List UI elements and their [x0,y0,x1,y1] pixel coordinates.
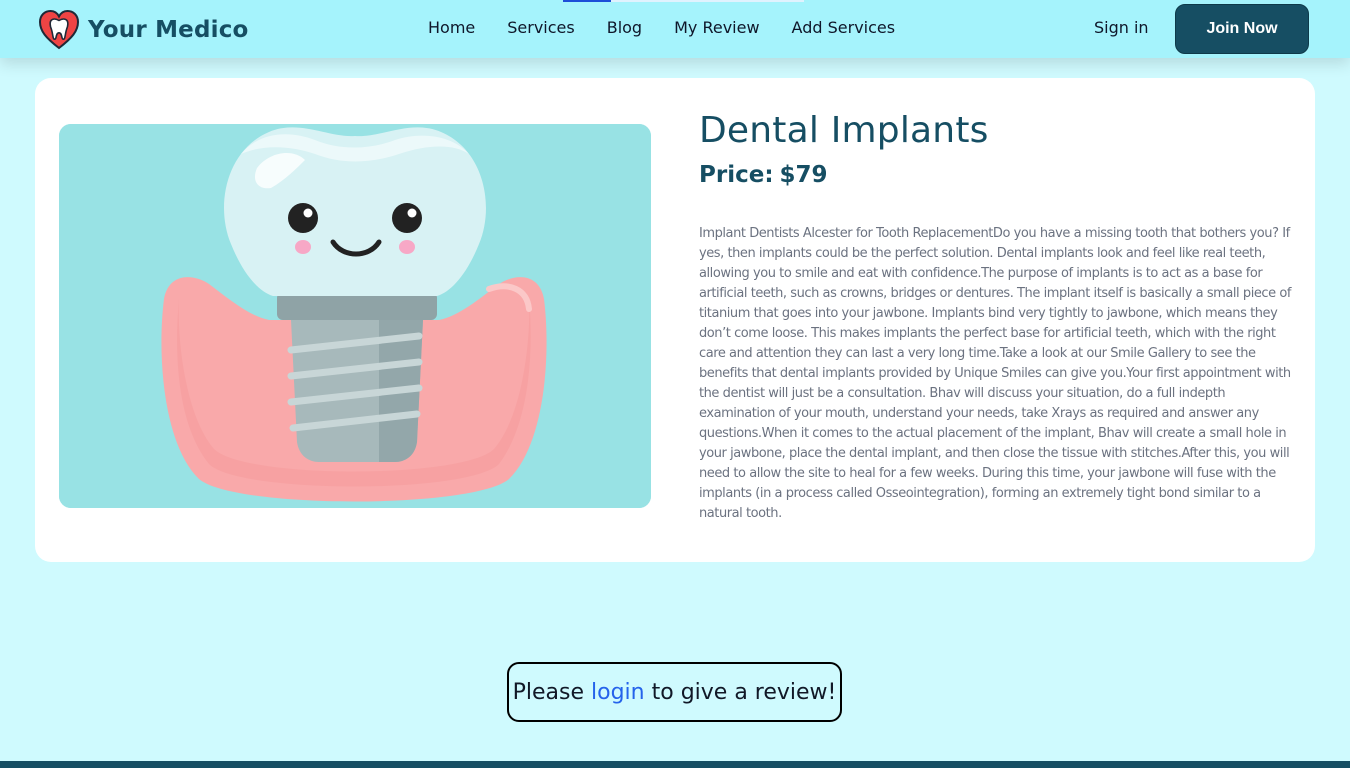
service-description: Implant Dentists Alcester for Tooth Repl… [699,226,1291,521]
service-price: Price: $79 [699,162,828,188]
main-nav: Home Services Blog My Review Add Service… [428,18,895,37]
price-label: Price: [699,162,774,188]
nav-my-review[interactable]: My Review [674,18,759,37]
nav-add-services[interactable]: Add Services [792,18,896,37]
join-now-button[interactable]: Join Now [1175,4,1309,54]
brand-name: Your Medico [88,17,249,43]
brand-link[interactable]: Your Medico [38,9,249,51]
price-value: $79 [779,162,828,188]
dental-implant-illustration [59,124,651,508]
nav-home[interactable]: Home [428,18,475,37]
review-prompt-prefix: Please [512,679,585,705]
review-prompt-suffix: to give a review! [651,679,837,705]
service-title: Dental Implants [699,110,989,151]
loading-indicator [563,0,611,2]
loading-indicator-track [611,0,804,2]
service-image [59,124,651,508]
heart-tooth-icon [38,9,80,50]
review-login-prompt: Please login to give a review! [507,662,842,722]
nav-services[interactable]: Services [507,18,574,37]
footer-bar [0,761,1350,768]
review-login-link[interactable]: login [591,680,645,705]
navbar: Your Medico Home Services Blog My Review… [0,0,1350,58]
service-card: Dental Implants Price: $79 Implant Dentis… [35,78,1315,562]
sign-in-link[interactable]: Sign in [1094,18,1149,37]
nav-blog[interactable]: Blog [607,18,642,37]
